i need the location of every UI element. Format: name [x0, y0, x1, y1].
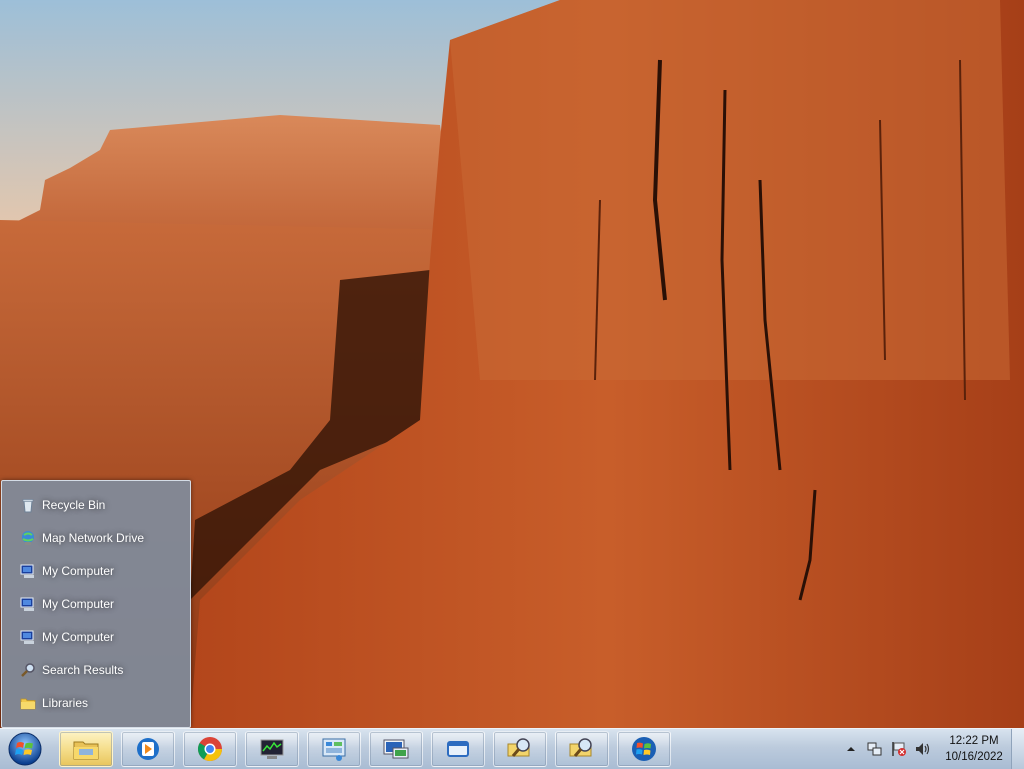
jump-list-item-label: My Computer: [42, 630, 115, 644]
network-icon[interactable]: [866, 740, 884, 758]
clock-time: 12:22 PM: [949, 735, 999, 747]
show-hidden-icons-chevron-icon[interactable]: [842, 740, 860, 758]
jump-list-item-libraries[interactable]: Libraries: [4, 689, 188, 717]
taskbar-control-panel-button[interactable]: [307, 731, 361, 767]
jump-list-item-label: Map Network Drive: [42, 531, 145, 545]
jump-list-item-label: My Computer: [42, 597, 115, 611]
computer-icon: [20, 596, 36, 612]
tray-clock[interactable]: 12:22 PM 10/16/2022: [936, 733, 1012, 765]
network-drive-icon: [20, 530, 36, 546]
search-icon: [569, 738, 592, 757]
taskbar-chrome-button[interactable]: [183, 731, 237, 767]
windows-logo-icon: [8, 732, 42, 766]
system-tray: [842, 729, 938, 769]
taskbar-windows-app-button[interactable]: [617, 731, 671, 767]
window-icon: [447, 741, 469, 757]
jump-list-item-my-computer[interactable]: My Computer: [4, 590, 188, 618]
jump-list-item-search-results[interactable]: Search Results: [4, 656, 188, 684]
folder-icon: [20, 695, 36, 711]
volume-icon[interactable]: [914, 740, 932, 758]
clock-date: 10/16/2022: [945, 751, 1003, 763]
jump-list-item-my-computer[interactable]: My Computer: [4, 557, 188, 585]
taskbar-remote-desktop-button[interactable]: [369, 731, 423, 767]
taskbar-media-player-button[interactable]: [121, 731, 175, 767]
search-icon: [507, 738, 530, 757]
taskbar-system-monitor-button[interactable]: [245, 731, 299, 767]
chrome-icon: [197, 737, 222, 762]
control-panel-icon: [322, 738, 346, 761]
show-desktop-button[interactable]: [1011, 729, 1024, 769]
jump-list-item-label: Libraries: [42, 696, 89, 710]
file-explorer-icon: [73, 741, 99, 760]
jump-list-item-recycle-bin[interactable]: Recycle Bin: [4, 491, 188, 519]
jump-list-item-map-network-drive[interactable]: Map Network Drive: [4, 524, 188, 552]
jump-list-menu: Recycle Bin Map Network Drive My Compute…: [1, 480, 191, 728]
action-center-flag-icon[interactable]: [890, 740, 908, 758]
jump-list-item-label: Recycle Bin: [42, 498, 106, 512]
media-player-icon: [137, 738, 159, 760]
jump-list-item-label: Search Results: [42, 663, 124, 677]
windows-logo-icon: [632, 737, 656, 761]
jump-list-item-my-computer[interactable]: My Computer: [4, 623, 188, 651]
taskbar-search-button-2[interactable]: [555, 731, 609, 767]
jump-list-item-label: My Computer: [42, 564, 115, 578]
recycle-bin-icon: [20, 497, 36, 513]
taskbar: 12:22 PM 10/16/2022: [0, 728, 1024, 769]
computer-icon: [20, 629, 36, 645]
start-button[interactable]: [5, 731, 45, 767]
computer-icon: [20, 563, 36, 579]
monitor-icon: [260, 739, 284, 759]
taskbar-file-explorer-button[interactable]: [59, 731, 113, 767]
search-results-icon: [20, 662, 36, 678]
taskbar-window-button[interactable]: [431, 731, 485, 767]
taskbar-search-button-1[interactable]: [493, 731, 547, 767]
remote-desktop-icon: [383, 739, 409, 759]
